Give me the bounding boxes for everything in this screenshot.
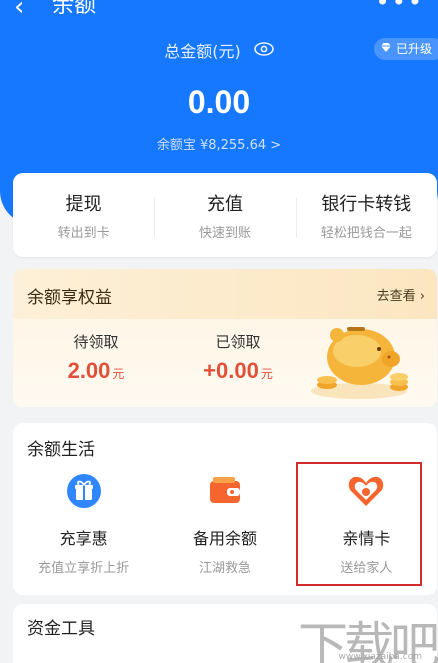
total-amount-label: 总金额(元) xyxy=(0,38,438,62)
chevron-left-icon[interactable]: ‹ xyxy=(14,0,24,20)
fund-tools-title: 资金工具 xyxy=(27,619,95,639)
life-item-title: 充享惠 xyxy=(59,529,108,548)
bank-transfer-button[interactable]: 银行卡转钱 轻松把钱合一起 xyxy=(295,190,437,241)
received-label: 已领取 xyxy=(215,333,261,351)
highlight-box xyxy=(296,462,422,586)
withdraw-title: 提现 xyxy=(65,193,102,215)
page-title: 余额 xyxy=(52,0,97,18)
pending-benefit: 待领取 2.00 元 xyxy=(31,331,161,384)
chevron-right-icon: › xyxy=(419,289,425,304)
withdraw-button[interactable]: 提现 转出到卡 xyxy=(13,190,154,241)
wallet-icon xyxy=(154,471,295,511)
pending-label: 待领取 xyxy=(73,333,119,351)
withdraw-subtitle: 转出到卡 xyxy=(57,225,110,241)
view-benefit-link[interactable]: 去查看 › xyxy=(377,285,425,304)
life-item-subtitle: 江湖救急 xyxy=(198,561,251,576)
pending-unit: 元 xyxy=(112,367,125,381)
recharge-button[interactable]: 充值 快速到账 xyxy=(154,190,295,241)
life-item-subtitle: 充值立享折上折 xyxy=(38,561,130,576)
benefit-card[interactable]: 余额享权益 去查看 › 待领取 2.00 元 已领取 +0.00 元 xyxy=(13,269,437,407)
received-value: +0.00 元 xyxy=(173,358,303,384)
benefit-body: 待领取 2.00 元 已领取 +0.00 元 xyxy=(13,319,437,407)
recharge-title: 充值 xyxy=(206,193,243,215)
received-benefit: 已领取 +0.00 元 xyxy=(173,331,303,384)
bank-transfer-title: 银行卡转钱 xyxy=(321,193,412,215)
bank-transfer-subtitle: 轻松把钱合一起 xyxy=(320,225,412,241)
recharge-subtitle: 快速到账 xyxy=(198,225,251,241)
life-item-chongxianghui[interactable]: 充享惠 充值立享折上折 xyxy=(13,471,154,576)
eye-icon[interactable] xyxy=(253,41,274,60)
life-section-title: 余额生活 xyxy=(27,440,95,460)
life-item-backup-balance[interactable]: 备用余额 江湖救急 xyxy=(154,471,295,576)
upgrade-label: 已升级 xyxy=(395,42,432,56)
balance-life-section: 余额生活 充享惠 充值立享折上折 备用余额 江湖救急 亲情卡 送给家人 xyxy=(13,423,437,595)
upgrade-badge[interactable]: 已升级 xyxy=(373,38,438,60)
piggy-bank-icon xyxy=(307,305,417,405)
received-amount: +0.00 xyxy=(203,358,259,383)
pending-amount: 2.00 xyxy=(67,358,111,383)
more-dots-icon[interactable]: ••• xyxy=(376,0,424,14)
balance-amount: 0.00 xyxy=(187,84,251,120)
watermark-url: www.xiazaiba.com xyxy=(338,652,422,662)
received-unit: 元 xyxy=(260,367,273,381)
pending-value: 2.00 元 xyxy=(31,358,161,384)
view-benefit-label: 去查看 xyxy=(376,289,416,304)
action-panel: 提现 转出到卡 充值 快速到账 银行卡转钱 轻松把钱合一起 xyxy=(13,173,437,257)
benefit-title: 余额享权益 xyxy=(27,288,112,308)
diamond-icon xyxy=(380,38,392,60)
yuebao-link[interactable]: 余额宝 ¥8,255.64 > xyxy=(0,134,438,153)
gift-icon xyxy=(13,471,154,511)
life-item-title: 备用余额 xyxy=(192,529,257,548)
